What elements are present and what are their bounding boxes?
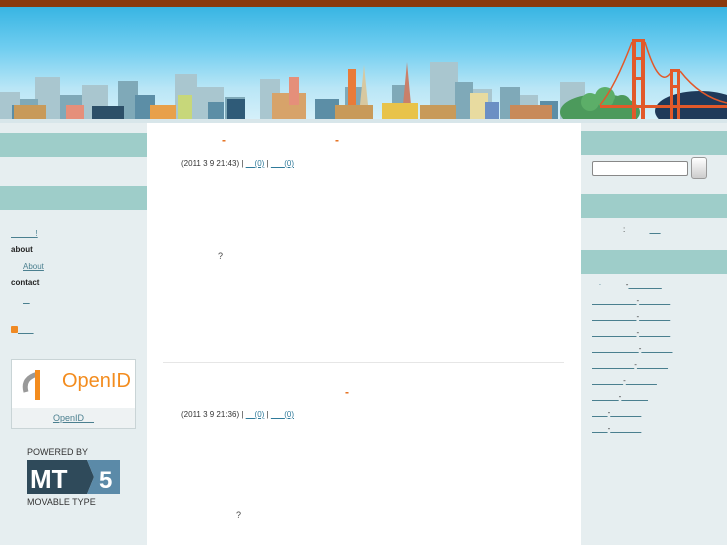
entry-2-date: (2011 3 9 21:36) | — [181, 410, 244, 419]
movable-type-logo: POWERED BY MT 5 MOVABLE TYPE — [27, 447, 120, 507]
svg-text:OpenID: OpenID — [62, 370, 131, 392]
recent-item[interactable]: - — [592, 328, 670, 337]
svg-text:MT: MT — [30, 464, 68, 494]
entry-1-body-mark: ? — [218, 251, 224, 261]
openid-box[interactable]: OpenID OpenID — [11, 359, 136, 429]
status-link[interactable] — [649, 225, 660, 234]
entry-2-meta: (2011 3 9 21:36) | (0) | (0) — [181, 410, 294, 419]
header-banner — [0, 7, 727, 123]
openid-link[interactable]: OpenID — [53, 413, 94, 423]
entry-divider — [163, 362, 564, 363]
about-link[interactable]: About — [23, 262, 44, 271]
entry-1-title-mark-1: - — [222, 133, 226, 147]
city-skyline-image — [0, 39, 727, 123]
right-sidebar-band-3 — [581, 250, 727, 274]
openid-logo: OpenID — [22, 370, 131, 400]
recent-item[interactable]: - — [592, 408, 641, 417]
contact-heading: contact — [11, 278, 40, 287]
recent-item[interactable]: - — [592, 360, 668, 369]
entry-2-body-mark: ? — [236, 510, 242, 520]
recent-item[interactable]: - — [592, 376, 657, 385]
right-sidebar-band-1 — [581, 131, 727, 155]
main-content — [147, 123, 581, 545]
recent-item[interactable]: - — [592, 392, 648, 401]
entry-2-sep: | — [266, 410, 269, 419]
contact-link[interactable] — [23, 295, 30, 304]
entry-1-date: (2011 3 9 21:43) | — [181, 159, 244, 168]
entry-1-comments-link[interactable]: (0) — [246, 159, 265, 168]
about-heading: about — [11, 245, 33, 254]
recent-item[interactable]: - — [592, 424, 641, 433]
status-colon: : — [623, 225, 626, 234]
feed-link[interactable] — [11, 325, 34, 334]
openid-footer: OpenID — [12, 408, 135, 428]
left-sidebar-band-2 — [0, 186, 147, 210]
top-bar — [0, 0, 727, 7]
left-link-1[interactable]: ! — [11, 229, 37, 238]
entry-2-comments-link[interactable]: (0) — [246, 410, 265, 419]
recent-item[interactable]: - — [592, 296, 670, 305]
entry-2-title-mark: - — [345, 385, 349, 399]
svg-text:5: 5 — [99, 467, 112, 494]
search-button[interactable] — [691, 157, 707, 179]
recent-item[interactable]: - — [592, 344, 672, 353]
entry-2-trackbacks-link[interactable]: (0) — [271, 410, 294, 419]
entry-1-sep: | — [266, 159, 269, 168]
entry-1-title-mark-2: - — [335, 133, 339, 147]
entry-1-meta: (2011 3 9 21:43) | (0) | (0) — [181, 159, 294, 168]
entry-1-trackbacks-link[interactable]: (0) — [271, 159, 294, 168]
recent-item[interactable]: · - — [592, 280, 662, 289]
right-sidebar-band-2 — [581, 194, 727, 218]
svg-text:MOVABLE TYPE: MOVABLE TYPE — [27, 497, 96, 507]
svg-text:POWERED BY: POWERED BY — [27, 447, 88, 457]
rss-icon — [11, 326, 18, 334]
recent-item[interactable]: - — [592, 312, 670, 321]
search-input[interactable] — [592, 161, 688, 176]
left-sidebar-band-1 — [0, 133, 147, 157]
right-status-line: : — [623, 225, 661, 234]
